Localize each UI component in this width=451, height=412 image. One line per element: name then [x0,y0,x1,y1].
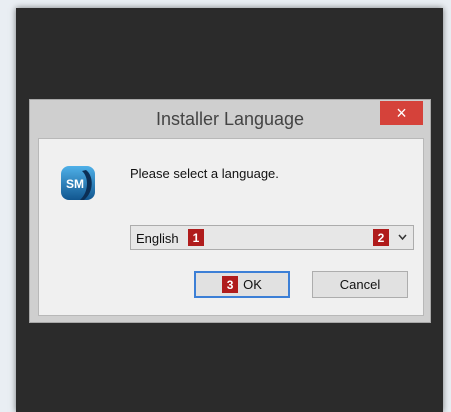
close-button[interactable]: × [380,101,423,125]
language-select-value: English [136,231,179,246]
ok-button[interactable]: 3 OK [194,271,290,298]
annotation-badge-3: 3 [222,276,239,293]
installer-language-dialog: Installer Language × SM Please select a … [29,99,431,323]
dialog-body: SM Please select a language. English 1 2… [38,138,424,316]
annotation-badge-2: 2 [373,229,389,246]
language-select[interactable]: English 1 2 [130,225,414,250]
dialog-title: Installer Language [155,109,305,129]
app-logo-icon: SM [61,166,95,200]
cancel-button-label: Cancel [339,277,381,292]
cancel-button[interactable]: Cancel [312,271,408,298]
close-icon: × [396,103,407,123]
annotation-badge-1: 1 [188,229,204,246]
language-prompt: Please select a language. [130,166,279,181]
chevron-down-icon[interactable] [398,231,407,243]
logo-text: SM [66,177,84,191]
title-bar[interactable]: Installer Language × [30,100,430,138]
ok-button-label: OK [243,277,262,292]
